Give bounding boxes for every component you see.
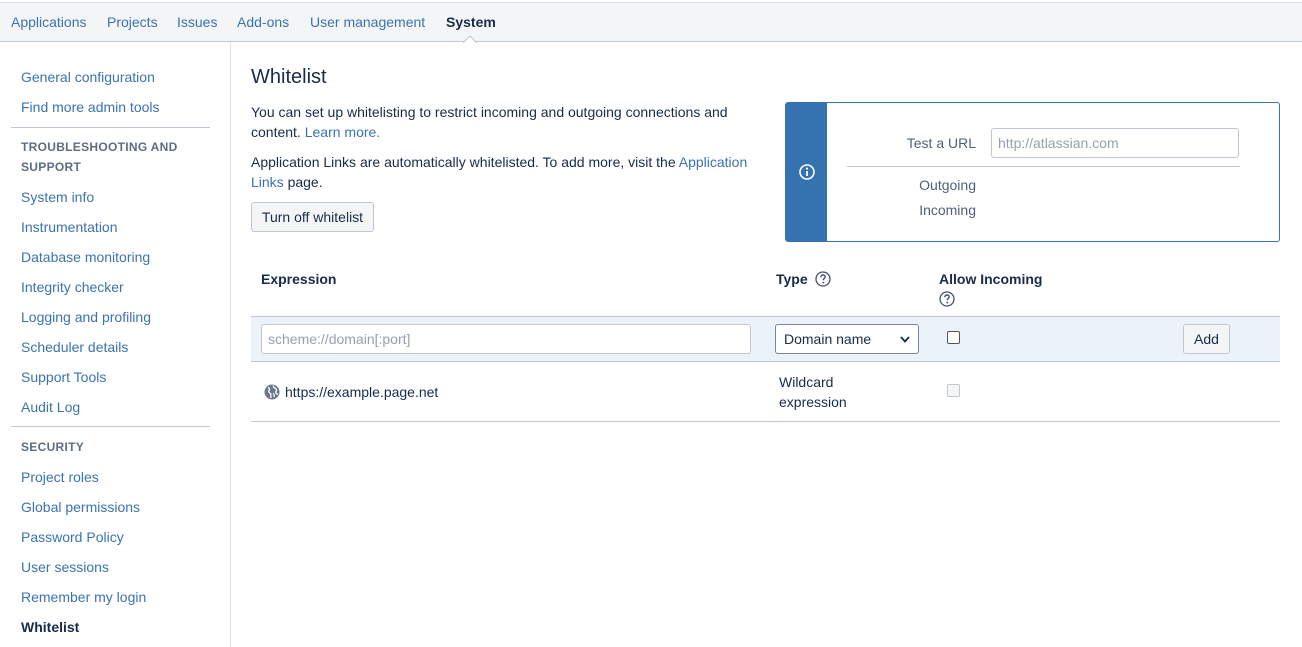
info-icon	[798, 164, 815, 180]
test-url-panel: Test a URL Outgoing Incoming	[785, 102, 1280, 242]
intro-text: You can set up whitelisting to restrict …	[251, 102, 761, 142]
tab-issues[interactable]: Issues	[177, 14, 217, 30]
sidebar-item-audit-log[interactable]: Audit Log	[21, 399, 80, 415]
add-button[interactable]: Add	[1183, 324, 1230, 354]
sidebar-divider	[11, 127, 210, 128]
tab-system[interactable]: System	[446, 14, 496, 30]
admin-sidebar: General configuration Find more admin to…	[0, 42, 231, 647]
sidebar-item-integrity-checker[interactable]: Integrity checker	[21, 279, 124, 295]
tab-user-management[interactable]: User management	[310, 14, 425, 30]
page-title: Whitelist	[251, 66, 327, 88]
column-header-allow-incoming: Allow Incoming	[939, 271, 1043, 287]
incoming-label: Incoming	[919, 202, 976, 218]
test-panel-divider	[847, 166, 1240, 167]
row-type: Wildcard expression	[779, 374, 847, 410]
test-url-label: Test a URL	[906, 135, 976, 151]
column-header-type: Type	[776, 271, 831, 287]
sidebar-heading-troubleshooting: TROUBLESHOOTING AND SUPPORT	[21, 140, 178, 174]
tab-add-ons[interactable]: Add-ons	[237, 14, 289, 30]
sidebar-item-database-monitoring[interactable]: Database monitoring	[21, 249, 150, 265]
sidebar-item-password-policy[interactable]: Password Policy	[21, 529, 124, 545]
sidebar-heading-security: SECURITY	[21, 440, 85, 454]
add-rule-row: Domain name Add	[251, 316, 1280, 362]
sidebar-item-global-permissions[interactable]: Global permissions	[21, 499, 140, 515]
column-header-type-label: Type	[776, 271, 808, 287]
tab-applications[interactable]: Applications	[11, 14, 87, 30]
expression-input[interactable]	[261, 324, 751, 354]
sidebar-item-support-tools[interactable]: Support Tools	[21, 369, 106, 385]
sidebar-item-scheduler-details[interactable]: Scheduler details	[21, 339, 128, 355]
sidebar-item-find-more-admin-tools[interactable]: Find more admin tools	[21, 99, 160, 115]
type-help-icon[interactable]	[814, 271, 831, 287]
sidebar-item-system-info[interactable]: System info	[21, 189, 94, 205]
top-nav: Applications Projects Issues Add-ons Use…	[0, 2, 1302, 43]
type-select-value: Domain name	[784, 331, 872, 347]
active-tab-caret	[463, 35, 477, 43]
row-allow-incoming-checkbox	[947, 384, 960, 397]
sidebar-item-logging-and-profiling[interactable]: Logging and profiling	[21, 309, 151, 325]
allow-incoming-help-icon[interactable]	[939, 291, 955, 307]
tab-projects[interactable]: Projects	[107, 14, 158, 30]
type-select[interactable]: Domain name	[775, 324, 919, 354]
sidebar-item-whitelist[interactable]: Whitelist	[21, 619, 79, 635]
info-bar	[786, 103, 827, 241]
sidebar-item-instrumentation[interactable]: Instrumentation	[21, 219, 118, 235]
applinks-text-suffix: page.	[287, 174, 323, 190]
table-row: https://example.page.net Wildcard expres…	[251, 362, 1280, 422]
sidebar-item-remember-my-login[interactable]: Remember my login	[21, 589, 146, 605]
sidebar-item-general-configuration[interactable]: General configuration	[21, 69, 155, 85]
applinks-text: Application Links are automatically whit…	[251, 152, 761, 192]
turn-off-whitelist-button[interactable]: Turn off whitelist	[251, 202, 374, 232]
test-url-input[interactable]	[991, 128, 1239, 158]
column-header-expression: Expression	[261, 271, 337, 287]
sidebar-divider	[11, 426, 210, 427]
row-expression: https://example.page.net	[285, 384, 439, 400]
applinks-text-body: Application Links are automatically whit…	[251, 154, 676, 170]
sidebar-item-user-sessions[interactable]: User sessions	[21, 559, 109, 575]
globe-icon	[264, 384, 280, 400]
sidebar-item-project-roles[interactable]: Project roles	[21, 469, 99, 485]
learn-more-link[interactable]: Learn more.	[305, 124, 380, 140]
outgoing-label: Outgoing	[919, 177, 976, 193]
allow-incoming-checkbox[interactable]	[947, 331, 960, 344]
chevron-down-icon	[900, 335, 910, 343]
